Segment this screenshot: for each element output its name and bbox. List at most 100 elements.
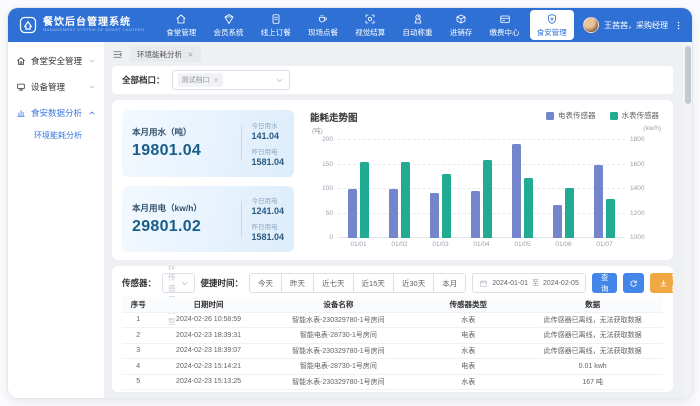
bar-water[interactable] [524,178,533,238]
chevron-down-icon [88,83,96,91]
online-order-icon [270,13,282,25]
bar-water[interactable] [360,162,369,238]
nav-item-onsite-order[interactable]: 现场点餐 [301,11,345,40]
export-button[interactable]: 导出 [650,273,673,293]
nav-item-label: 食堂管理 [166,27,196,38]
download-icon [659,279,668,288]
quick-time-button-3[interactable]: 近15天 [353,273,394,293]
dashboard-card: 本月用水（吨）19801.04今日用水141.04昨日用电1581.04本月用电… [112,100,673,260]
search-button[interactable]: 查 询 [592,273,618,293]
more-menu-icon[interactable] [673,20,684,31]
sensor-type-select[interactable]: 请选择传感器类型 [162,273,195,293]
stall-select[interactable]: 测试档口 [172,70,290,90]
x-axis-label: 01/03 [432,241,448,248]
bar-electric[interactable] [430,193,439,238]
stat-title: 本月用电（kw/h） [132,202,232,214]
x-axis-label: 01/04 [473,241,489,248]
sensor-filter-label: 传感器： [122,277,156,289]
quick-time-button-4[interactable]: 近30天 [393,273,434,293]
stat-title: 本月用水（吨） [132,126,232,138]
bar-group-01/06: 01/06 [553,140,574,238]
quick-time-button-0[interactable]: 今天 [249,273,282,293]
tab-close-icon[interactable] [187,51,194,58]
nav-item-food-safety[interactable]: 食安管理 [530,10,574,40]
page-scrollbar[interactable] [683,42,692,398]
legend-swatch [546,112,554,120]
sidebar-item-safety-data-analysis[interactable]: 食安数据分析 [8,100,104,126]
bar-water[interactable] [442,174,451,238]
user-menu[interactable]: 王茜茜，采购经理 [577,17,684,33]
bar-group-01/02: 01/02 [389,140,410,238]
bar-water[interactable] [483,160,492,238]
legend-item-electric[interactable]: 电表传感器 [546,110,596,121]
bar-electric[interactable] [471,191,480,238]
divider [241,125,242,161]
nav-item-inventory[interactable]: 进销存 [443,11,480,40]
tag-remove-icon[interactable] [213,77,219,83]
table-cell: 智能水表-230329780-1号房间 [263,312,414,328]
left-axis-tick: 150 [322,161,333,168]
date-range-picker[interactable]: 2024-01-01 至 2024-02-05 [472,273,586,293]
table-cell: 2024-02-23 15:13:25 [154,374,262,390]
nav-item-auto-weigh[interactable]: 自动称重 [396,11,440,40]
stat-cards: 本月用水（吨）19801.04今日用水141.04昨日用电1581.04本月用电… [122,110,294,252]
bar-electric[interactable] [553,205,562,238]
scrollbar-thumb[interactable] [685,46,691,104]
device-menu-icon [16,82,26,92]
bar-water[interactable] [401,162,410,238]
left-axis-tick: 200 [322,136,333,143]
refresh-button[interactable] [623,273,644,293]
nav-item-label: 现场点餐 [308,27,338,38]
nav-item-payment-center[interactable]: 缴费中心 [483,11,527,40]
collapse-menu-icon[interactable] [112,49,123,60]
table-row: 42024-02-23 15:14:21智能电表-28730-1号房间电表0.0… [122,359,663,375]
chevron-down-icon [180,279,189,288]
refresh-icon [629,279,638,288]
sidebar-item-canteen-safety[interactable]: 食堂安全管理 [8,48,104,74]
table-row: 52024-02-23 15:13:25智能水表-230329780-1号房间水… [122,374,663,390]
tab-energy-analysis[interactable]: 环境能耗分析 [130,46,201,62]
bar-group-01/04: 01/04 [471,140,492,238]
table-header: 设备名称 [263,297,414,312]
sidebar-subitem-energy-analysis[interactable]: 环境能耗分析 [8,126,104,145]
quick-time-button-2[interactable]: 近七天 [313,273,354,293]
bar-water[interactable] [606,199,615,238]
avatar [583,17,599,33]
table-cell: 2024-02-23 18:39:07 [154,343,262,359]
right-axis-tick: 1400 [630,185,644,192]
nav-item-vision-checkout[interactable]: 视觉结算 [348,11,392,40]
quick-time-button-5[interactable]: 本月 [433,273,466,293]
quick-time-label: 便捷时间： [201,277,244,289]
bar-electric[interactable] [389,189,398,238]
table-cell: 2024-02-22 18:36:41 [154,390,262,393]
sensor-data-card: 传感器： 请选择传感器类型 便捷时间： 今天昨天近七天近15天近30天本月 20… [112,266,673,392]
energy-trend-chart: 能耗走势图 电表传感器水表传感器 (吨) (kw/h) 010005012001… [310,110,661,252]
nav-item-online-order[interactable]: 线上订餐 [254,11,298,40]
sidebar-item-device-management[interactable]: 设备管理 [8,74,104,100]
payment-icon [499,13,511,25]
stat-card-electric: 本月用电（kw/h）29801.02今日用电1241.04昨日用电1581.04 [122,186,294,253]
stat-side-value: 141.04 [251,131,284,141]
left-axis-tick: 0 [329,234,333,241]
chevron-up-icon [88,109,96,117]
nav-item-label: 食安管理 [537,27,567,38]
stat-value: 19801.04 [132,142,232,160]
table-cell: 智能水表-230329780-1号房间 [263,374,414,390]
bar-electric[interactable] [594,165,603,239]
bar-electric[interactable] [512,144,521,238]
legend-label: 电表传感器 [558,110,596,121]
quick-time-button-1[interactable]: 昨天 [281,273,314,293]
bar-water[interactable] [565,188,574,238]
nav-item-member-system[interactable]: 会员系统 [207,11,251,40]
legend-item-water[interactable]: 水表传感器 [610,110,660,121]
table-cell: 水表 [414,312,522,328]
right-axis-tick: 1200 [630,210,644,217]
table-cell: 水表 [414,343,522,359]
legend-label: 水表传感器 [622,110,660,121]
left-axis-tick: 100 [322,185,333,192]
stat-side-label: 今日用水 [251,120,284,130]
top-header: 餐饮后台管理系统 MANAGEMENT SYSTEM OF SMART CANT… [8,8,692,42]
table-cell: 智能电表-28730-1号房间 [263,328,414,344]
nav-item-canteen-management[interactable]: 食堂管理 [159,11,203,40]
bar-electric[interactable] [348,189,357,238]
